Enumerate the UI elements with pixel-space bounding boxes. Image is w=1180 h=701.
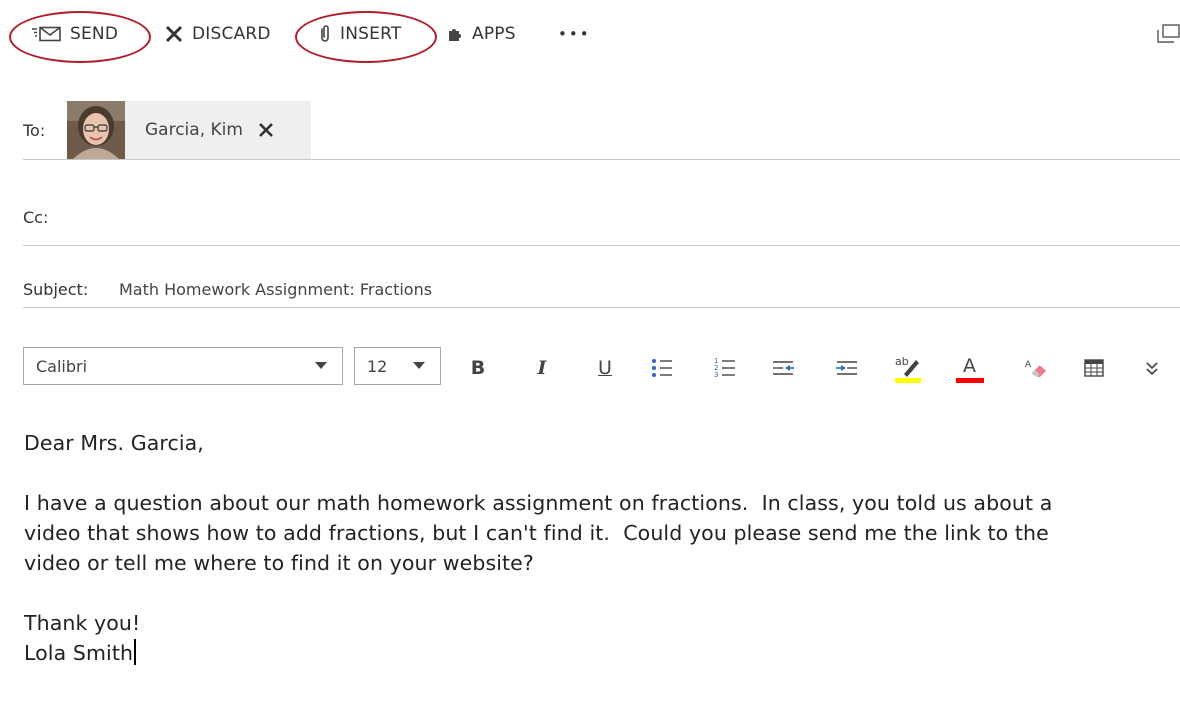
bold-button[interactable]: B bbox=[466, 356, 490, 380]
table-icon bbox=[1084, 359, 1104, 377]
font-size-dropdown-icon bbox=[413, 362, 425, 369]
numbering-icon: 1 2 3 bbox=[714, 357, 735, 379]
more-format-button[interactable] bbox=[1140, 356, 1164, 380]
body-signature-line: Lola Smith bbox=[24, 638, 1180, 668]
recipient-chip[interactable]: Garcia, Kim bbox=[67, 101, 311, 159]
svg-text:A: A bbox=[1025, 359, 1032, 370]
body-line-1: I have a question about our math homewor… bbox=[24, 491, 1053, 515]
italic-icon: I bbox=[537, 357, 547, 379]
numbering-button[interactable]: 1 2 3 bbox=[713, 356, 737, 380]
bullets-icon bbox=[652, 359, 672, 377]
remove-recipient-icon[interactable] bbox=[257, 121, 275, 139]
send-button[interactable]: SEND bbox=[32, 20, 118, 48]
font-color-button[interactable]: A bbox=[955, 352, 985, 384]
command-bar: SEND DISCARD INSERT APPS ••• bbox=[0, 0, 1180, 68]
body-signature: Lola Smith bbox=[24, 641, 134, 665]
subject-field[interactable]: Subject: Math Homework Assignment: Fract… bbox=[23, 246, 1180, 308]
apps-label: APPS bbox=[472, 24, 516, 44]
font-name-select[interactable]: Calibri bbox=[23, 347, 343, 385]
highlight-color-bar bbox=[895, 378, 921, 383]
font-name-dropdown-icon bbox=[315, 362, 327, 369]
highlight-button[interactable]: ab bbox=[894, 352, 922, 384]
more-options-button[interactable]: ••• bbox=[558, 20, 591, 48]
recipient-name: Garcia, Kim bbox=[145, 120, 243, 140]
expand-more-icon bbox=[1146, 362, 1158, 376]
insert-table-button[interactable] bbox=[1082, 356, 1106, 380]
cc-field[interactable]: Cc: bbox=[23, 160, 1180, 246]
increase-indent-button[interactable] bbox=[835, 356, 859, 380]
more-dots-icon: ••• bbox=[558, 25, 591, 43]
decrease-indent-icon bbox=[773, 361, 794, 375]
increase-indent-icon bbox=[836, 361, 857, 375]
cc-label: Cc: bbox=[23, 208, 49, 227]
body-closing: Thank you! bbox=[24, 611, 141, 635]
popout-window-icon[interactable] bbox=[1157, 24, 1180, 48]
paperclip-icon bbox=[318, 24, 332, 44]
recipient-avatar bbox=[67, 101, 125, 159]
font-color-icon: A bbox=[956, 355, 984, 383]
message-body[interactable]: Dear Mrs. Garcia, I have a question abou… bbox=[24, 428, 1180, 668]
apps-button[interactable]: APPS bbox=[446, 20, 516, 48]
svg-text:3: 3 bbox=[714, 371, 718, 379]
highlight-icon: ab bbox=[895, 355, 921, 383]
apps-puzzle-icon bbox=[446, 25, 464, 43]
font-name-value: Calibri bbox=[36, 357, 88, 376]
font-size-value: 12 bbox=[367, 357, 388, 376]
body-greeting: Dear Mrs. Garcia, bbox=[24, 431, 204, 455]
send-label: SEND bbox=[70, 24, 119, 44]
underline-button[interactable]: U bbox=[593, 356, 617, 380]
bold-icon: B bbox=[470, 357, 486, 379]
underline-icon: U bbox=[598, 357, 612, 379]
italic-button[interactable]: I bbox=[530, 356, 554, 380]
send-mail-icon bbox=[32, 26, 62, 42]
font-color-bar bbox=[956, 378, 984, 383]
clear-format-button[interactable]: A bbox=[1024, 356, 1048, 380]
to-field[interactable]: To: Garcia, Kim bbox=[23, 101, 1180, 160]
subject-label: Subject: bbox=[23, 280, 89, 299]
body-line-2: video that shows how to add fractions, b… bbox=[24, 521, 1049, 545]
clear-format-icon: A bbox=[1025, 359, 1047, 378]
discard-label: DISCARD bbox=[192, 24, 271, 44]
text-caret bbox=[134, 639, 136, 665]
decrease-indent-button[interactable] bbox=[771, 356, 795, 380]
svg-text:A: A bbox=[963, 355, 976, 377]
insert-label: INSERT bbox=[340, 24, 402, 44]
subject-input[interactable]: Math Homework Assignment: Fractions bbox=[119, 280, 432, 299]
discard-button[interactable]: DISCARD bbox=[164, 20, 271, 48]
insert-button[interactable]: INSERT bbox=[318, 20, 401, 48]
discard-x-icon bbox=[164, 24, 184, 44]
body-line-3: video or tell me where to find it on you… bbox=[24, 551, 534, 575]
font-size-select[interactable]: 12 bbox=[354, 347, 441, 385]
svg-text:ab: ab bbox=[895, 355, 909, 368]
to-label: To: bbox=[23, 121, 46, 140]
bullets-button[interactable] bbox=[650, 356, 674, 380]
